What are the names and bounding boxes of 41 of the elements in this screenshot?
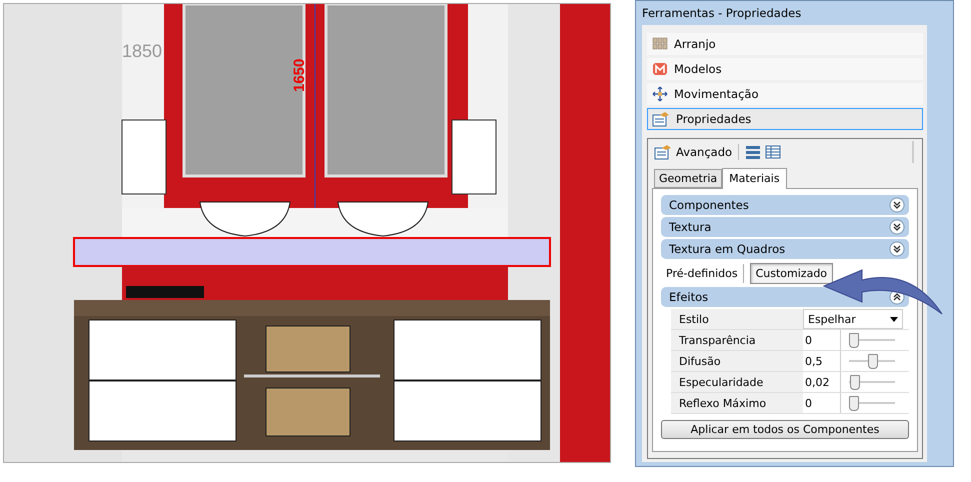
panel-title: Ferramentas - Propriedades — [641, 5, 802, 22]
move-arrows-icon — [652, 86, 668, 102]
nav-item[interactable]: Movimentação — [647, 83, 923, 105]
properties-icon — [652, 111, 670, 127]
nav-item[interactable]: Arranjo — [647, 33, 923, 55]
slider-thumb[interactable] — [849, 333, 859, 348]
slider-thumb[interactable] — [850, 375, 860, 390]
nav-item[interactable]: Propriedades — [647, 108, 923, 130]
section-title: Textura — [669, 220, 712, 234]
mode-tab[interactable]: Customizado — [750, 262, 834, 284]
nav-item[interactable]: Modelos — [647, 58, 923, 80]
slider-thumb[interactable] — [849, 396, 859, 411]
advanced-label[interactable]: Avançado — [676, 145, 732, 159]
table-view-icon[interactable] — [765, 145, 782, 159]
list-view-icon[interactable] — [745, 145, 762, 159]
section-title: Efeitos — [669, 290, 708, 304]
property-label: Especularidade — [671, 372, 803, 392]
apply-all-button[interactable]: Aplicar em todos os Componentes — [661, 420, 909, 439]
tab[interactable]: Materiais — [722, 168, 787, 189]
slider-thumb[interactable] — [868, 354, 878, 369]
section-header[interactable]: Componentes — [661, 195, 909, 215]
property-label: Transparência — [671, 330, 803, 350]
property-label: Reflexo Máximo — [671, 393, 803, 413]
expand-icon[interactable] — [889, 241, 905, 257]
letter-m-icon — [652, 62, 668, 76]
tab[interactable]: Geometria — [654, 169, 722, 188]
dimension-label: 1650 — [292, 44, 308, 94]
properties-icon — [654, 144, 672, 160]
style-dropdown[interactable]: Espelhar — [803, 309, 903, 329]
expand-icon[interactable] — [889, 197, 905, 213]
property-label: Estilo — [671, 309, 803, 329]
section-title: Textura em Quadros — [669, 242, 786, 256]
dropdown-caret-icon — [890, 316, 898, 322]
mode-tab[interactable]: Pré-definidos — [661, 264, 744, 282]
grid-icon — [652, 37, 668, 51]
section-header[interactable]: Textura — [661, 217, 909, 237]
dimension-label: 1850 — [122, 40, 166, 62]
property-label: Difusão — [671, 351, 803, 371]
section-title: Componentes — [669, 198, 749, 212]
expand-icon[interactable] — [889, 219, 905, 235]
section-header[interactable]: Textura em Quadros — [661, 239, 909, 259]
